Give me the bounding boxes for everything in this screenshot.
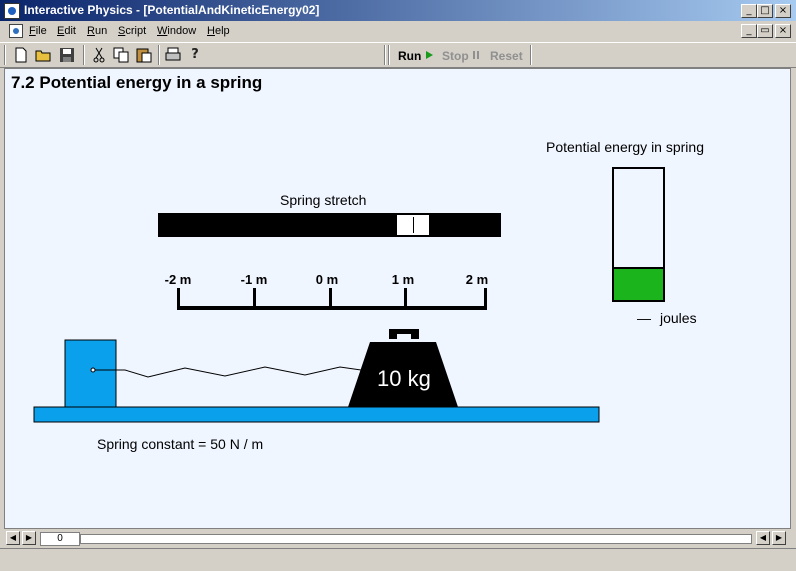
run-label: Run: [398, 49, 422, 63]
toolbar-separator: [530, 45, 532, 65]
menu-window[interactable]: Window: [157, 25, 196, 37]
physics-scene: [33, 329, 600, 423]
spring-stretch-label: Spring stretch: [280, 192, 367, 208]
frame-back-button[interactable]: ▶: [22, 531, 36, 545]
pe-units: joules: [660, 310, 697, 326]
pe-meter-title: Potential energy in spring: [546, 139, 704, 155]
page-title: 7.2 Potential energy in a spring: [11, 73, 263, 92]
pe-meter: [612, 167, 665, 302]
paste-icon[interactable]: [134, 46, 154, 64]
spring-stretch-slider[interactable]: [158, 213, 501, 237]
help-icon[interactable]: ?: [185, 46, 205, 64]
slider-thumb-mark: [413, 217, 414, 233]
save-icon[interactable]: [57, 46, 77, 64]
frame-counter[interactable]: 0: [40, 532, 80, 546]
minimize-button[interactable]: _: [741, 4, 757, 18]
status-bar: [0, 548, 796, 571]
scale-tick: [253, 288, 256, 308]
scale-tick-label: 0 m: [315, 272, 339, 287]
menu-run[interactable]: Run: [87, 25, 107, 37]
copy-icon[interactable]: [111, 46, 131, 64]
scale-tick: [404, 288, 407, 308]
spring: [95, 366, 381, 378]
scale-tick: [484, 288, 487, 308]
run-button[interactable]: Run: [398, 49, 434, 63]
window-title: Interactive Physics - [PotentialAndKinet…: [24, 3, 320, 17]
scroll-right-button[interactable]: ▶: [772, 531, 786, 545]
simulation-canvas[interactable]: [4, 68, 791, 529]
scale-tick-label: -2 m: [164, 272, 192, 287]
toolbar-separator: [384, 45, 386, 65]
pause-icon: [473, 51, 480, 59]
slider-thumb[interactable]: [397, 215, 429, 235]
app-icon[interactable]: [4, 3, 20, 19]
maximize-button[interactable]: □: [757, 4, 773, 18]
toolbar-separator: [83, 45, 85, 65]
close-button[interactable]: ×: [775, 4, 791, 18]
stop-label: Stop: [442, 49, 469, 63]
toolbar-separator: [158, 45, 160, 65]
open-folder-icon[interactable]: [34, 46, 54, 64]
weight-handle: [389, 329, 419, 339]
frame-bar: ◀ ▶ 0 ◀ ▶: [4, 530, 791, 547]
spring-constant-text: Spring constant = 50 N / m: [97, 436, 264, 452]
menu-edit[interactable]: Edit: [57, 25, 76, 37]
floor: [33, 406, 600, 423]
scale-tick-label: 2 m: [465, 272, 489, 287]
toolbar: ? Run Stop Reset: [0, 42, 796, 68]
spring-anchor: [90, 367, 96, 373]
scale-tick-label: -1 m: [240, 272, 268, 287]
document-icon[interactable]: [9, 24, 23, 38]
toolbar-grip: [4, 45, 6, 65]
play-icon: [425, 51, 433, 59]
mass-label: 10 kg: [377, 366, 431, 391]
new-file-icon[interactable]: [11, 46, 31, 64]
menu-bar: File Edit Run Script Window Help _ ▭ ×: [0, 21, 796, 41]
doc-close-button[interactable]: ×: [775, 24, 791, 38]
frame-track[interactable]: [80, 534, 752, 544]
doc-minimize-button[interactable]: _: [741, 24, 757, 38]
menu-file[interactable]: File: [29, 25, 47, 37]
toolbar-grip: [388, 45, 390, 65]
stop-button[interactable]: Stop: [442, 49, 481, 63]
scale-tick: [177, 288, 180, 308]
cut-icon[interactable]: [89, 46, 109, 64]
scale-tick: [329, 288, 332, 308]
doc-restore-button[interactable]: ▭: [757, 24, 773, 38]
print-icon[interactable]: [163, 46, 183, 64]
menu-script[interactable]: Script: [118, 25, 146, 37]
frame-forward-button[interactable]: ◀: [756, 531, 770, 545]
title-bar: Interactive Physics - [PotentialAndKinet…: [0, 0, 796, 21]
distance-scale: [177, 306, 487, 310]
reset-button[interactable]: Reset: [490, 49, 523, 63]
scroll-left-button[interactable]: ◀: [6, 531, 20, 545]
pe-meter-fill: [614, 267, 663, 300]
menu-help[interactable]: Help: [207, 25, 230, 37]
wall-block[interactable]: [64, 339, 117, 408]
pe-value: —: [637, 310, 651, 326]
scale-tick-label: 1 m: [391, 272, 415, 287]
